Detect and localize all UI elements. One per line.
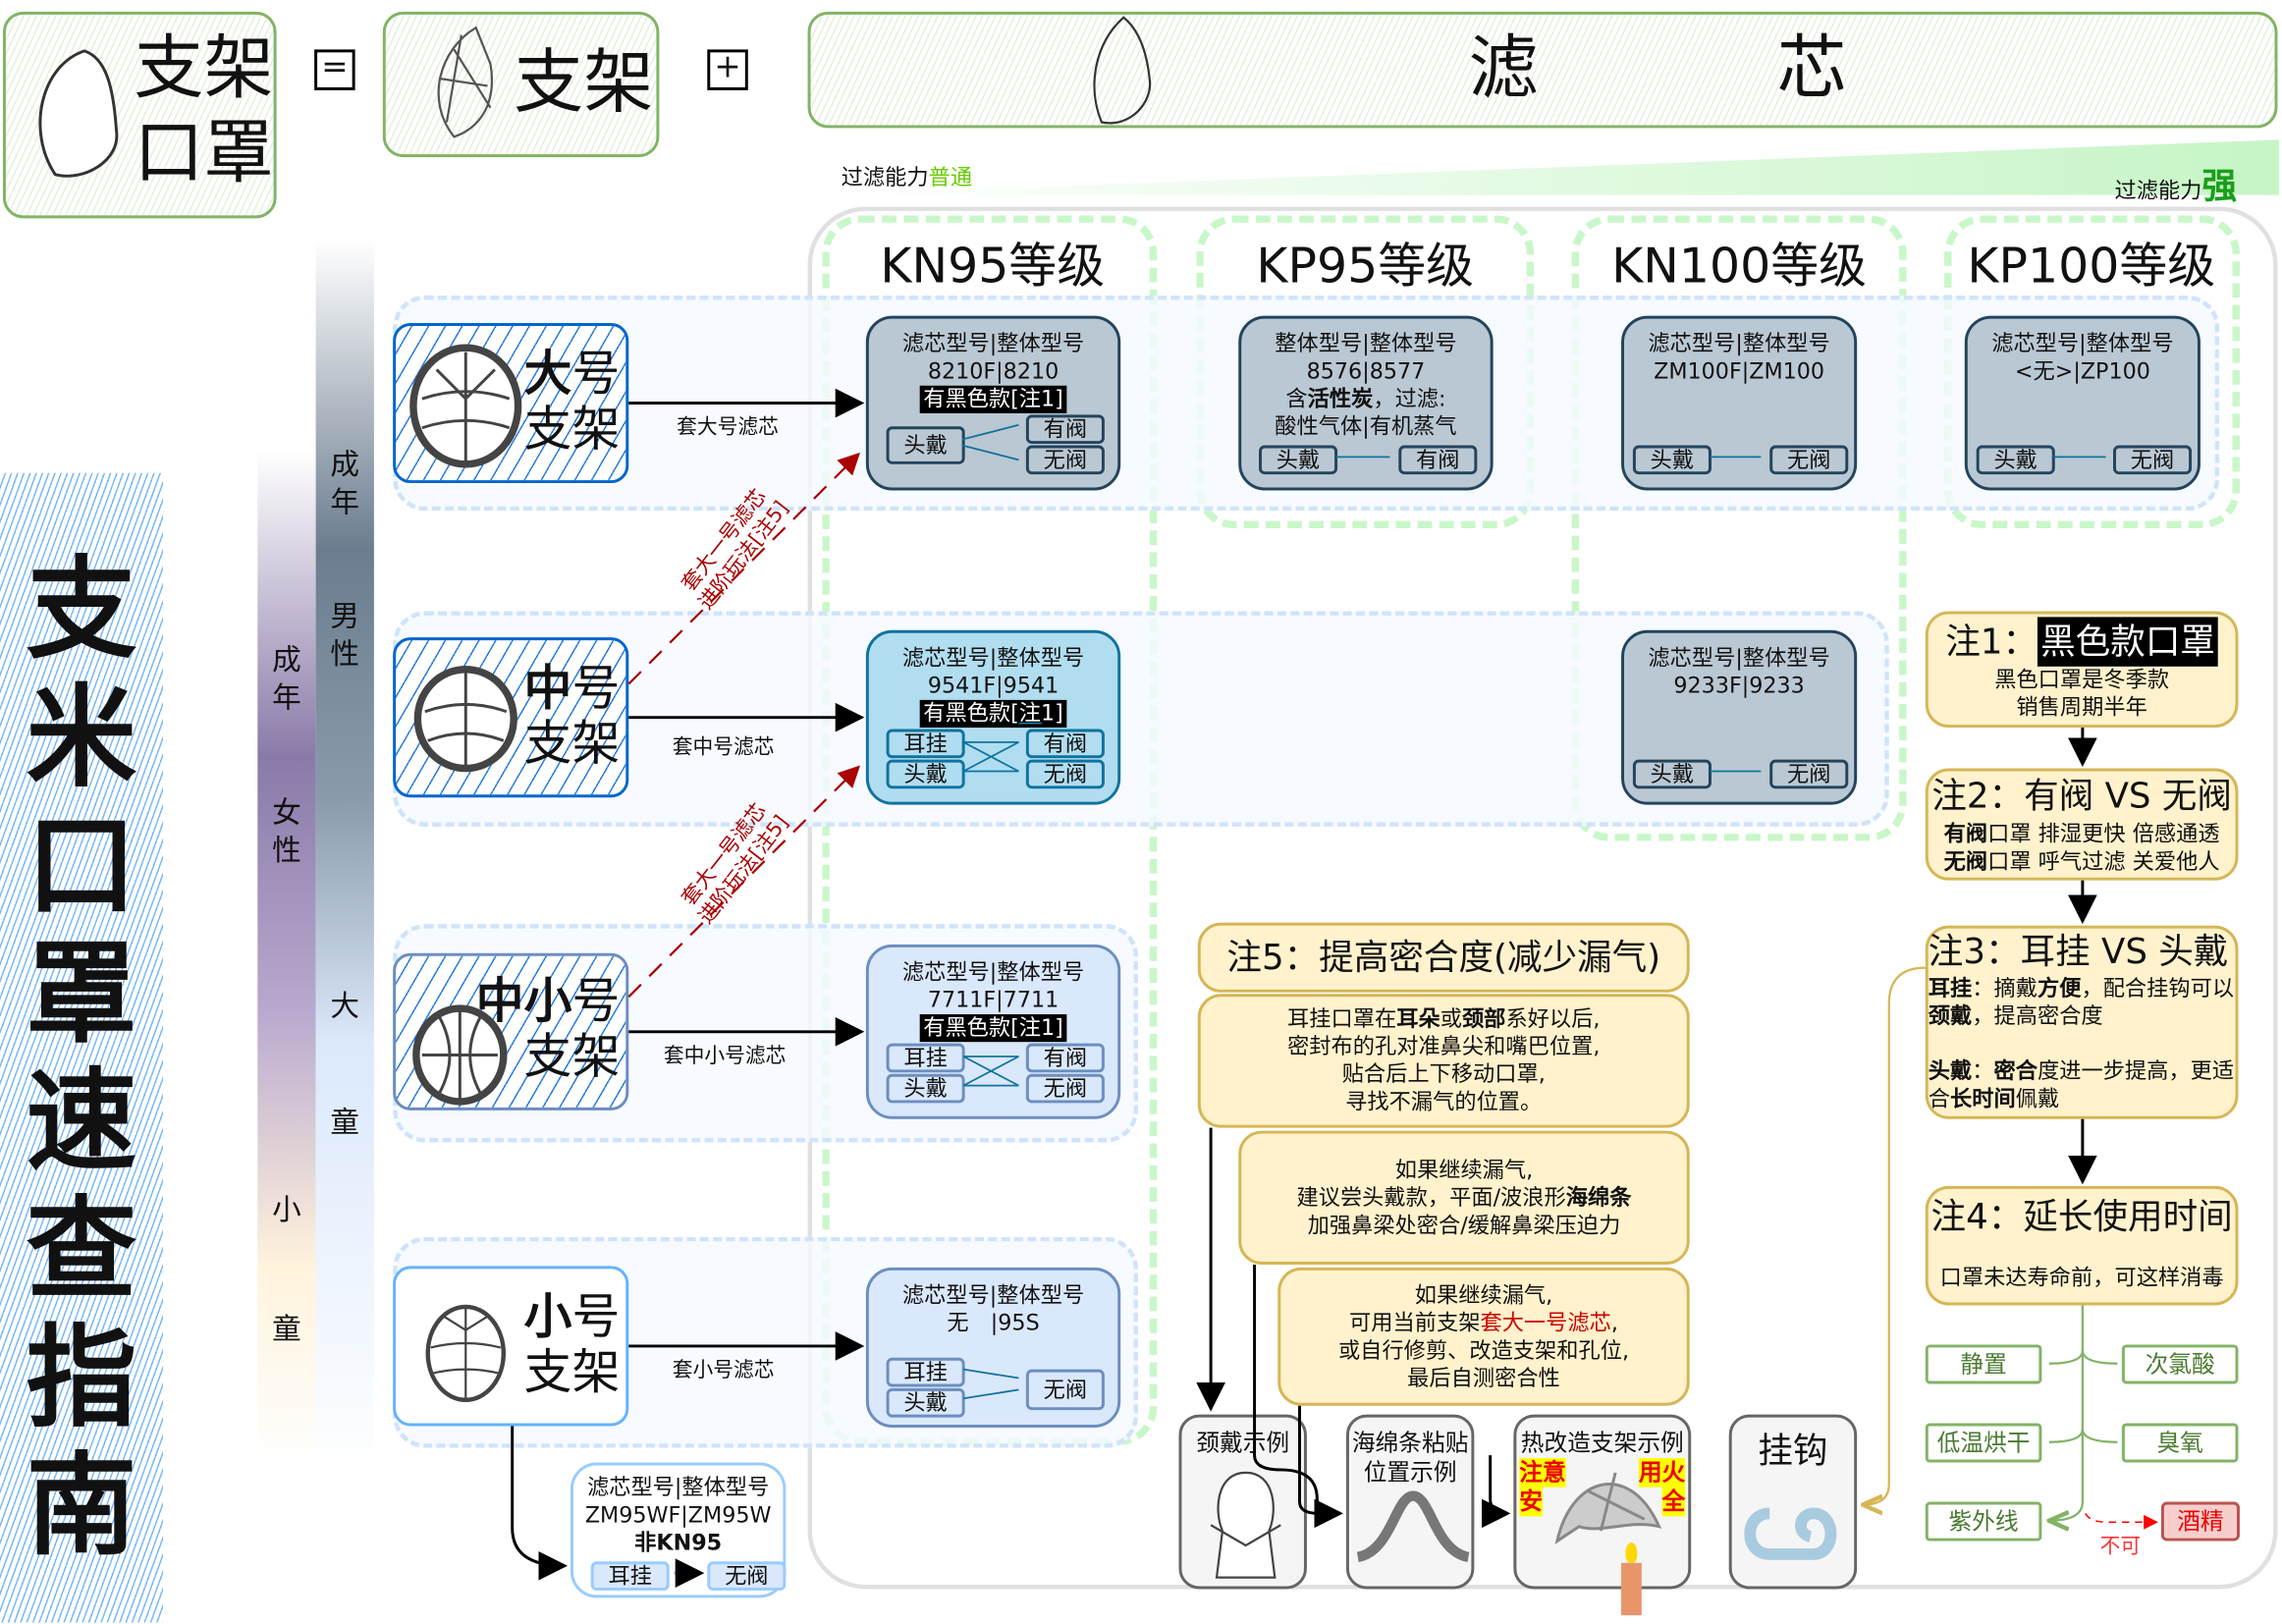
upgrade-arrow-1 [627, 452, 861, 685]
arrow-non-kn95 [511, 1426, 569, 1581]
upgrade-arrow-2 [627, 765, 861, 999]
earloop-to-hook-arrow [1863, 966, 1926, 1505]
arrow-to-heat [1481, 1455, 1511, 1529]
disinfect-trunk [2049, 1305, 2084, 1520]
wear-links-95s [963, 1368, 1019, 1400]
alcohol-not-allowed-arrow [2085, 1513, 2158, 1530]
wear-links-7711 [962, 1056, 1019, 1087]
connectors [511, 388, 2158, 1588]
wear-links-single [1335, 456, 2106, 773]
mask-quick-guide: 支架 口罩 = 支架 + 滤 芯 过滤能力普通 过滤能力强 支米口罩速查指南 成… [0, 0, 2282, 1624]
arrow-to-sponge [1253, 1264, 1343, 1529]
wear-links-9541 [962, 722, 1043, 773]
wear-links-8210 [961, 423, 1019, 461]
